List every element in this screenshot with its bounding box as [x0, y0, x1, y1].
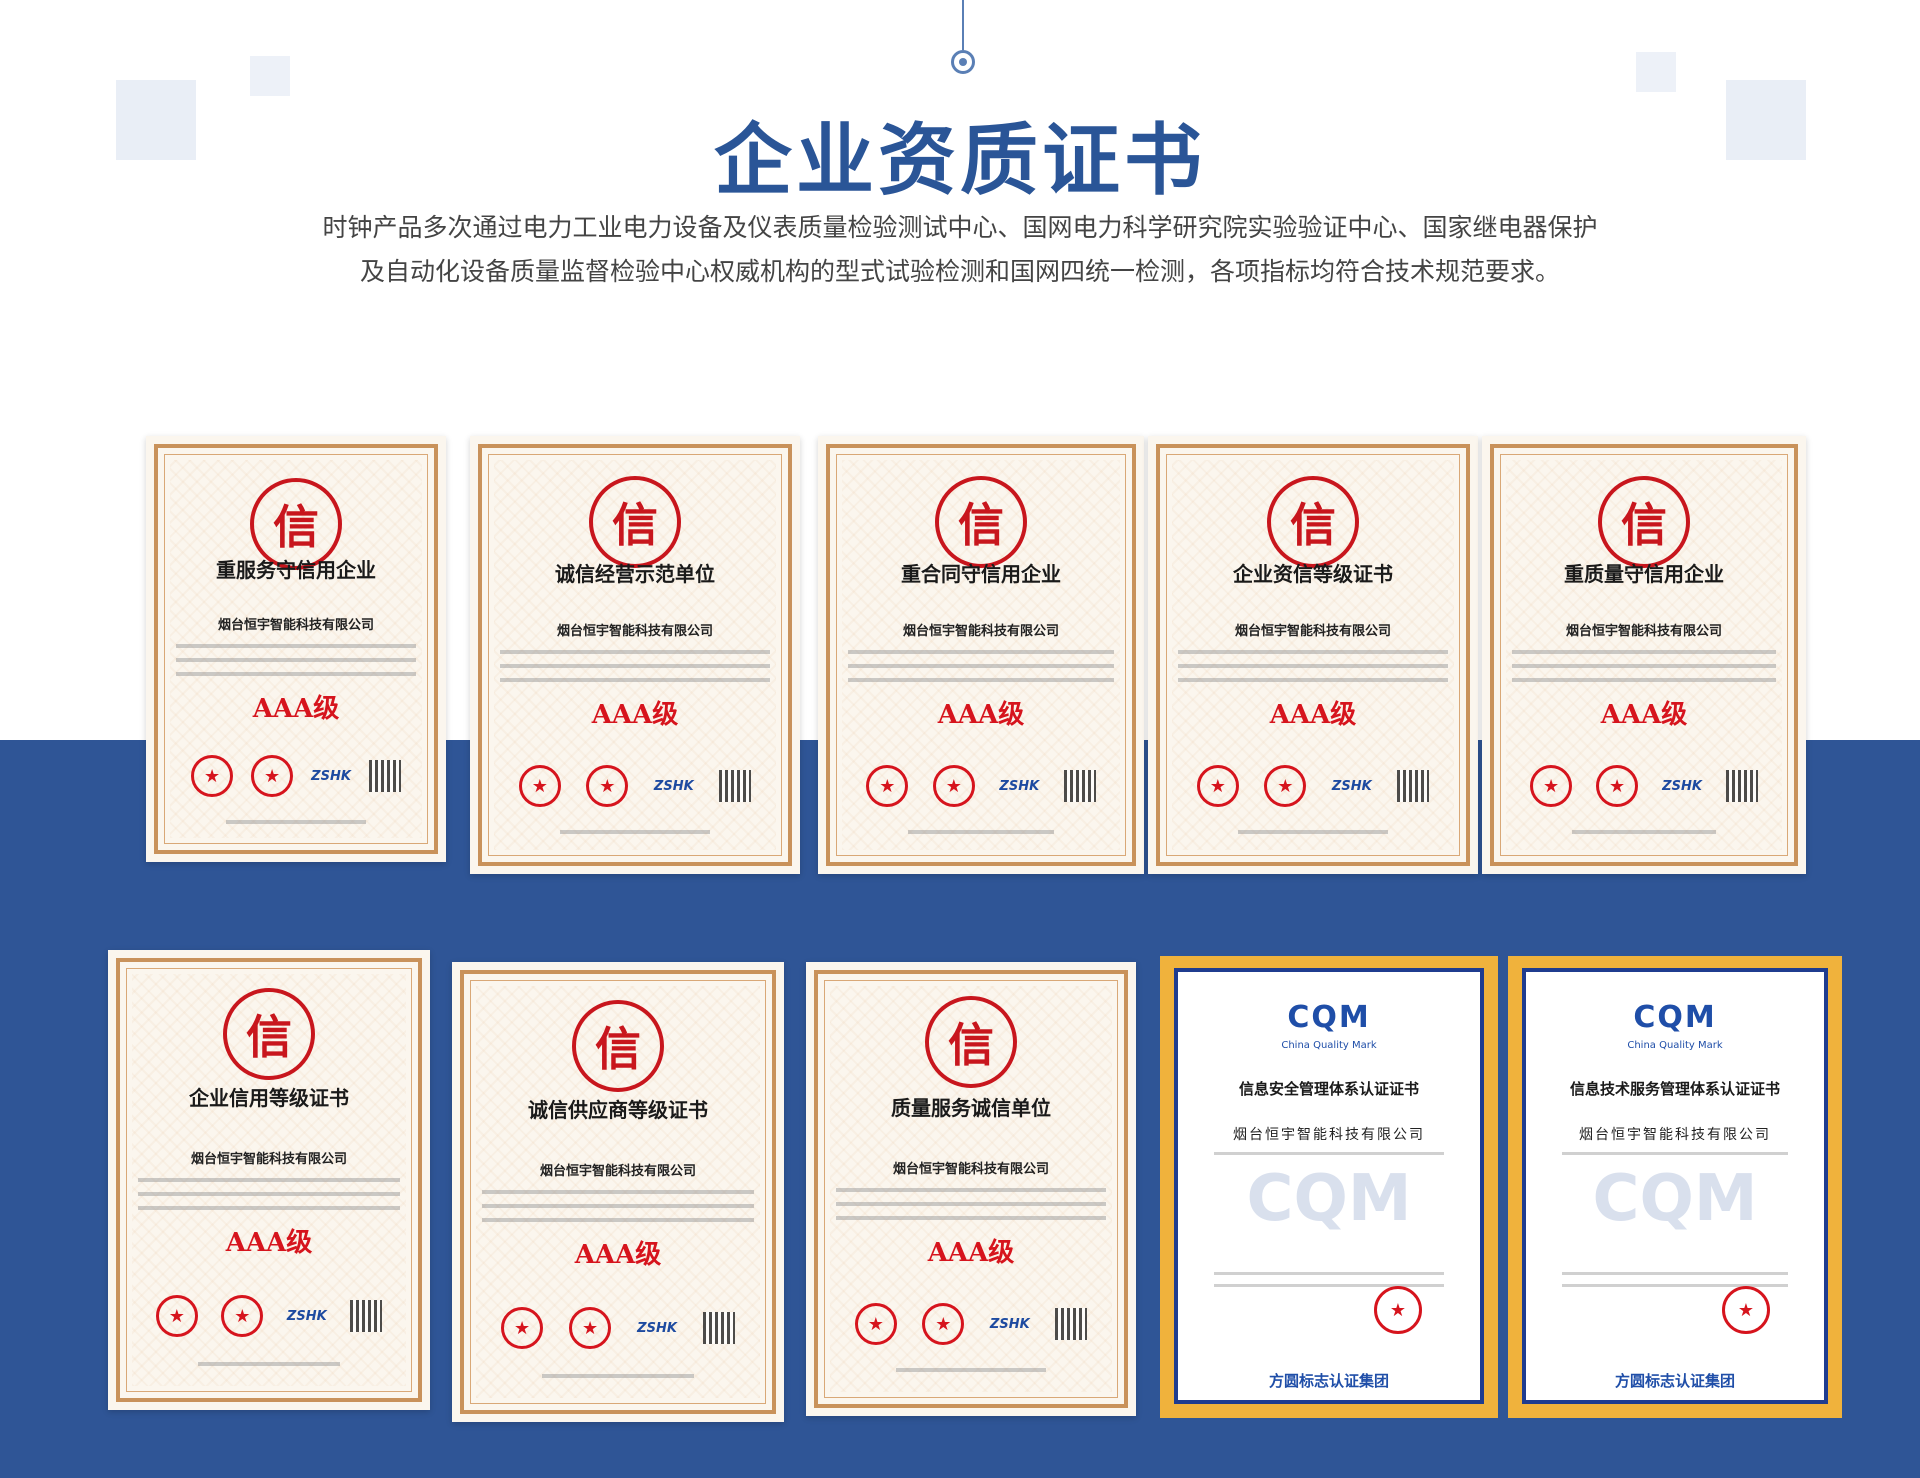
red-stamp-icon: ★ [1264, 765, 1307, 807]
zshk-logo-icon: ZSHK [989, 1316, 1030, 1332]
red-stamp-icon: ★ [221, 1295, 264, 1337]
credit-seal-icon: 信 [1598, 476, 1690, 568]
red-stamp-icon: ★ [1196, 765, 1239, 807]
certificate-card[interactable]: 信 企业资信等级证书 烟台恒宇智能科技有限公司 AAA级 ★ ★ ZSHK [1148, 436, 1478, 874]
qr-code-icon [368, 760, 401, 792]
zshk-logo-icon: ZSHK [637, 1320, 677, 1336]
red-stamp-icon: ★ [866, 765, 909, 807]
credit-seal-icon: 信 [1267, 476, 1359, 568]
certificate-title: 企业资信等级证书 [1233, 562, 1393, 586]
cqm-subtitle: China Quality Mark [1627, 1040, 1723, 1051]
qr-code-icon [1063, 770, 1096, 802]
certificate-card[interactable]: 信 诚信供应商等级证书 烟台恒宇智能科技有限公司 AAA级 ★ ★ ZSHK [452, 962, 784, 1422]
qr-code-icon [1055, 1308, 1088, 1340]
certificate-company: 烟台恒宇智能科技有限公司 [902, 624, 1059, 639]
qr-code-icon [702, 1312, 735, 1344]
red-stamp-icon: ★ [922, 1303, 965, 1345]
credit-seal-icon: 信 [925, 996, 1017, 1088]
red-stamp-icon: ★ [518, 765, 561, 807]
certificate-company: 烟台恒宇智能科技有限公司 [1579, 1127, 1771, 1143]
certificate-company: 烟台恒宇智能科技有限公司 [1233, 1127, 1425, 1143]
qr-code-icon [1725, 770, 1758, 802]
certificate-title: 重合同守信用企业 [901, 562, 1061, 586]
zshk-logo-icon: ZSHK [311, 768, 351, 784]
decor-square [250, 56, 290, 96]
certificate-company: 烟台恒宇智能科技有限公司 [1565, 624, 1722, 639]
red-stamp-icon: ★ [191, 755, 234, 797]
zshk-logo-icon: ZSHK [286, 1308, 327, 1324]
red-stamp-icon: ★ [1530, 765, 1573, 807]
certificate-company: 烟台恒宇智能科技有限公司 [217, 618, 374, 633]
qr-code-icon [350, 1300, 383, 1332]
decor-square [1636, 52, 1676, 92]
red-stamp-icon: ★ [1596, 765, 1639, 807]
certificate-card[interactable]: 信 重合同守信用企业 烟台恒宇智能科技有限公司 AAA级 ★ ★ ZSHK [818, 436, 1144, 874]
top-connector-ring-icon [951, 50, 975, 74]
red-stamp-icon: ★ [569, 1307, 612, 1349]
certification-group-name: 方圆标志认证集团 [1268, 1372, 1389, 1390]
red-stamp-icon: ★ [1374, 1286, 1422, 1334]
zshk-logo-icon: ZSHK [1331, 778, 1372, 794]
certificate-grade: AAA级 [252, 694, 340, 724]
certificate-card[interactable]: 信 质量服务诚信单位 烟台恒宇智能科技有限公司 AAA级 ★ ★ ZSHK [806, 962, 1136, 1416]
page-description: 时钟产品多次通过电力工业电力设备及仪表质量检验测试中心、国网电力科学研究院实验验… [260, 206, 1660, 294]
certificate-grade: AAA级 [937, 700, 1025, 730]
certificate-title: 重质量守信用企业 [1564, 562, 1724, 586]
red-stamp-icon: ★ [854, 1303, 897, 1345]
certificate-grade: AAA级 [1600, 700, 1688, 730]
certificate-card[interactable]: 信 诚信经营示范单位 烟台恒宇智能科技有限公司 AAA级 ★ ★ ZSHK [470, 436, 800, 874]
cqm-certificate-card[interactable]: CQM China Quality Mark 信息技术服务管理体系认证证书 烟台… [1508, 956, 1842, 1418]
red-stamp-icon: ★ [501, 1307, 544, 1349]
credit-seal-icon: 信 [589, 476, 681, 568]
zshk-logo-icon: ZSHK [999, 778, 1040, 794]
cqm-logo-icon: CQM [1287, 1000, 1371, 1035]
zshk-logo-icon: ZSHK [1662, 778, 1702, 794]
certificate-grade: AAA级 [574, 1240, 662, 1270]
cqm-watermark: CQM [1246, 1162, 1412, 1236]
certificate-company: 烟台恒宇智能科技有限公司 [892, 1162, 1049, 1177]
red-stamp-icon: ★ [586, 765, 629, 807]
certificate-title: 企业信用等级证书 [189, 1086, 349, 1110]
certificate-title: 诚信经营示范单位 [555, 562, 715, 586]
credit-seal-icon: 信 [935, 476, 1027, 568]
certificate-title: 质量服务诚信单位 [891, 1096, 1051, 1120]
certificate-card[interactable]: 信 企业信用等级证书 烟台恒宇智能科技有限公司 AAA级 ★ ★ ZSHK [108, 950, 430, 1410]
certificate-company: 烟台恒宇智能科技有限公司 [190, 1152, 347, 1167]
description-line: 时钟产品多次通过电力工业电力设备及仪表质量检验测试中心、国网电力科学研究院实验验… [322, 213, 1598, 242]
page-title: 企业资质证书 [713, 116, 1206, 206]
red-stamp-icon: ★ [251, 755, 294, 797]
certificate-company: 烟台恒宇智能科技有限公司 [539, 1164, 696, 1179]
qr-code-icon [719, 770, 752, 802]
certification-group-name: 方圆标志认证集团 [1614, 1372, 1735, 1390]
credit-seal-icon: 信 [572, 1000, 664, 1092]
certificate-title: 诚信供应商等级证书 [528, 1098, 708, 1122]
certificate-title: 重服务守信用企业 [216, 558, 376, 582]
cqm-certificate-card[interactable]: CQM China Quality Mark 信息安全管理体系认证证书 烟台恒宇… [1160, 956, 1498, 1418]
red-stamp-icon: ★ [155, 1295, 198, 1337]
certificate-grade: AAA级 [591, 700, 679, 730]
certificate-card[interactable]: 信 重质量守信用企业 烟台恒宇智能科技有限公司 AAA级 ★ ★ ZSHK [1482, 436, 1806, 874]
top-connector-line [962, 0, 964, 50]
cqm-logo-icon: CQM [1633, 1000, 1717, 1035]
certificate-grade: AAA级 [225, 1228, 313, 1258]
certificate-grade: AAA级 [927, 1238, 1015, 1268]
red-stamp-icon: ★ [1722, 1286, 1770, 1334]
zshk-logo-icon: ZSHK [653, 778, 694, 794]
cqm-watermark: CQM [1592, 1162, 1758, 1236]
certificate-card[interactable]: 信 重服务守信用企业 烟台恒宇智能科技有限公司 AAA级 ★ ★ ZSHK [146, 436, 446, 862]
red-stamp-icon: ★ [932, 765, 975, 807]
certificate-title: 信息安全管理体系认证证书 [1238, 1080, 1419, 1098]
certificate-grade: AAA级 [1269, 700, 1357, 730]
qr-code-icon [1397, 770, 1430, 802]
certificate-title: 信息技术服务管理体系认证证书 [1569, 1080, 1780, 1098]
certificate-company: 烟台恒宇智能科技有限公司 [556, 624, 713, 639]
cqm-subtitle: China Quality Mark [1281, 1040, 1377, 1051]
credit-seal-icon: 信 [223, 988, 315, 1080]
certificate-company: 烟台恒宇智能科技有限公司 [1234, 624, 1391, 639]
description-line: 及自动化设备质量监督检验中心权威机构的型式试验检测和国网四统一检测，各项指标均符… [359, 257, 1560, 286]
